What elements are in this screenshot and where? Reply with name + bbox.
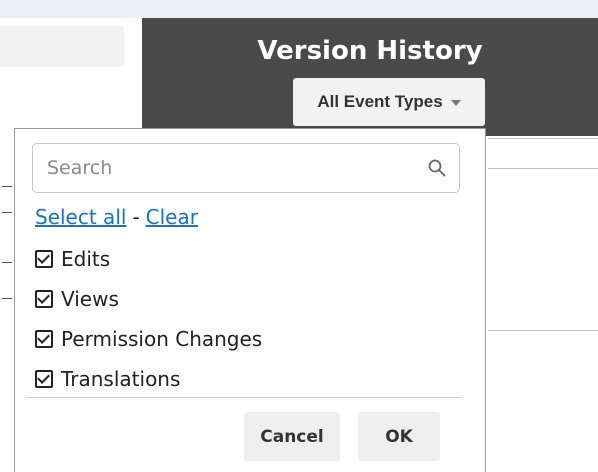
background-input-field[interactable] bbox=[0, 26, 124, 67]
ok-button[interactable]: OK bbox=[358, 412, 440, 461]
option-permission-changes[interactable]: Permission Changes bbox=[35, 319, 262, 359]
caret-down-icon bbox=[450, 100, 461, 106]
option-label: Permission Changes bbox=[61, 327, 263, 351]
option-translations[interactable]: Translations bbox=[35, 359, 262, 399]
option-views[interactable]: Views bbox=[35, 279, 262, 319]
search-box bbox=[32, 143, 460, 193]
background-divider bbox=[488, 138, 598, 139]
search-input[interactable] bbox=[33, 144, 415, 192]
checkbox-checked-icon[interactable] bbox=[35, 370, 53, 388]
page-title: Version History bbox=[257, 36, 483, 66]
background-divider bbox=[488, 330, 598, 331]
top-strip bbox=[0, 0, 598, 18]
selection-shortcuts: Select all - Clear bbox=[35, 205, 198, 229]
footer-divider bbox=[26, 397, 462, 398]
background-edge-mark bbox=[2, 298, 12, 299]
select-all-link[interactable]: Select all bbox=[35, 205, 126, 229]
checkbox-checked-icon[interactable] bbox=[35, 250, 53, 268]
search-icon[interactable] bbox=[415, 144, 459, 192]
version-history-header: Version History All Event Types bbox=[142, 18, 598, 136]
clear-link[interactable]: Clear bbox=[146, 205, 198, 229]
background-edge-mark bbox=[2, 212, 12, 213]
event-type-filter-label: All Event Types bbox=[317, 92, 443, 111]
link-separator: - bbox=[132, 205, 140, 229]
option-edits[interactable]: Edits bbox=[35, 239, 262, 279]
cancel-button[interactable]: Cancel bbox=[244, 412, 340, 461]
checkbox-checked-icon[interactable] bbox=[35, 290, 53, 308]
option-label: Views bbox=[61, 287, 119, 311]
option-label: Edits bbox=[61, 247, 111, 271]
checkbox-checked-icon[interactable] bbox=[35, 330, 53, 348]
app-window: Version History All Event Types Select a… bbox=[0, 0, 598, 472]
option-label: Translations bbox=[61, 367, 181, 391]
background-divider bbox=[488, 168, 598, 169]
event-type-dropdown: Select all-Clear Edits Views Permission … bbox=[14, 128, 486, 472]
event-type-filter-button[interactable]: All Event Types bbox=[293, 78, 485, 126]
event-type-options: Edits Views Permission Changes Translati… bbox=[35, 239, 262, 399]
background-edge-mark bbox=[2, 262, 12, 263]
background-edge-mark bbox=[2, 186, 12, 187]
